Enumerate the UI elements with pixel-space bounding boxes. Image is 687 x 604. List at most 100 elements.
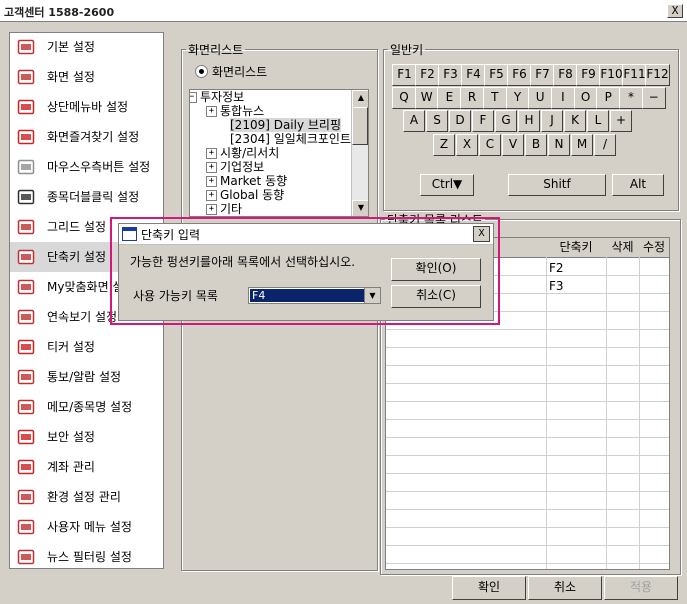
scroll-down-icon[interactable]: ▼: [352, 200, 368, 216]
key-button[interactable]: F5: [484, 64, 509, 86]
key-button[interactable]: H: [518, 110, 540, 132]
key-button[interactable]: F2: [415, 64, 440, 86]
scroll-up-icon[interactable]: ▲: [352, 90, 368, 108]
sidebar-item-label: 뉴스 필터링 설정: [47, 550, 132, 564]
window-title: 고객센터 1588-2600: [4, 6, 115, 19]
key-button[interactable]: N: [548, 134, 570, 156]
key-button[interactable]: F8: [553, 64, 578, 86]
sidebar-item-13[interactable]: 메모/종목명 설정: [10, 392, 163, 422]
key-button[interactable]: V: [502, 134, 524, 156]
key-button[interactable]: J: [541, 110, 563, 132]
apply-button[interactable]: 적용: [604, 576, 678, 600]
sidebar-item-16[interactable]: 환경 설정 관리: [10, 482, 163, 512]
key-button[interactable]: W: [414, 87, 439, 109]
expand-icon[interactable]: +: [206, 176, 217, 187]
key-button[interactable]: O: [573, 87, 598, 109]
key-button[interactable]: E: [437, 87, 462, 109]
key-button[interactable]: S: [426, 110, 448, 132]
available-keys-label: 사용 가능키 목록: [133, 289, 218, 303]
tree-node-label: [2109] Daily 브리핑: [230, 118, 342, 132]
key-button[interactable]: Z: [433, 134, 455, 156]
grid-row-line: [386, 509, 669, 510]
basic-settings-icon: [17, 38, 35, 56]
available-keys-select[interactable]: F4 ▼: [248, 287, 381, 304]
key-button[interactable]: −: [641, 87, 666, 109]
cancel-button[interactable]: 취소: [528, 576, 602, 600]
sidebar-item-label: 사용자 메뉴 설정: [47, 520, 132, 534]
ctrl-modifier-button[interactable]: Ctrl▼: [420, 174, 474, 196]
key-button[interactable]: F12: [645, 64, 670, 86]
key-button[interactable]: F3: [438, 64, 463, 86]
expand-icon[interactable]: +: [206, 190, 217, 201]
key-button[interactable]: F6: [507, 64, 532, 86]
sidebar-item-label: 통보/알람 설정: [47, 370, 122, 384]
expand-icon[interactable]: +: [206, 204, 217, 215]
sidebar-item-5[interactable]: 마우스우측버튼 설정: [10, 152, 163, 182]
key-button[interactable]: Y: [505, 87, 530, 109]
key-button[interactable]: F: [472, 110, 494, 132]
double-click-cursor-icon: [17, 188, 35, 206]
key-button[interactable]: B: [525, 134, 547, 156]
key-button[interactable]: Q: [392, 87, 416, 109]
key-button[interactable]: *: [619, 87, 643, 109]
screen-tree[interactable]: ▲ ▼ − 투자정보 + 통합뉴스 [2109] Daily 브리핑 [2304] 일일체…: [189, 89, 369, 217]
key-button[interactable]: +: [610, 110, 632, 132]
key-button[interactable]: /: [594, 134, 616, 156]
sidebar-item-15[interactable]: 계좌 관리: [10, 452, 163, 482]
sidebar-item-14[interactable]: 보안 설정: [10, 422, 163, 452]
expand-icon[interactable]: +: [206, 162, 217, 173]
grid-row-line: [386, 563, 669, 564]
dialog-cancel-button[interactable]: 취소(C): [391, 285, 481, 308]
key-button[interactable]: A: [403, 110, 425, 132]
dialog-body: 단축키 입력 X 가능한 펑션키를아래 목록에서 선택하십시오. 사용 가능키 …: [118, 223, 494, 321]
sidebar-item-4[interactable]: 화면즐겨찾기 설정: [10, 122, 163, 152]
sidebar-item-label: 계좌 관리: [47, 460, 95, 474]
window-close-button[interactable]: X: [667, 4, 683, 18]
key-button[interactable]: K: [564, 110, 586, 132]
dialog-close-button[interactable]: X: [473, 226, 490, 242]
grid-header-delete: 삭제: [606, 238, 640, 258]
key-button[interactable]: F11: [622, 64, 647, 86]
key-button[interactable]: L: [587, 110, 609, 132]
radio-button[interactable]: [195, 65, 208, 78]
grid-column-line: [546, 257, 547, 569]
key-button[interactable]: P: [596, 87, 621, 109]
favorites-star-icon: [17, 128, 35, 146]
sidebar-item-1[interactable]: 기본 설정: [10, 32, 163, 62]
screen-list-radio[interactable]: 화면리스트: [195, 63, 355, 79]
key-button[interactable]: F4: [461, 64, 486, 86]
sidebar-item-6[interactable]: 종목더블클릭 설정: [10, 182, 163, 212]
sidebar-item-17[interactable]: 사용자 메뉴 설정: [10, 512, 163, 542]
key-button[interactable]: F1: [392, 64, 417, 86]
shift-modifier-button[interactable]: Shitf: [508, 174, 606, 196]
alt-modifier-button[interactable]: Alt: [612, 174, 664, 196]
sidebar-item-11[interactable]: 티커 설정: [10, 332, 163, 362]
key-button[interactable]: F7: [530, 64, 555, 86]
ok-button[interactable]: 확인: [452, 576, 526, 600]
sidebar-item-label: 그리드 설정: [47, 220, 107, 234]
key-button[interactable]: I: [550, 87, 575, 109]
dialog-ok-button[interactable]: 확인(O): [391, 258, 481, 281]
sidebar-item-3[interactable]: 상단메뉴바 설정: [10, 92, 163, 122]
dialog-window-icon: [122, 227, 137, 241]
key-button[interactable]: C: [479, 134, 501, 156]
key-button[interactable]: X: [456, 134, 478, 156]
screen-list-group-title: 화면리스트: [188, 43, 244, 57]
key-button[interactable]: M: [571, 134, 593, 156]
key-button[interactable]: D: [449, 110, 471, 132]
key-button[interactable]: T: [482, 87, 507, 109]
key-button[interactable]: F9: [576, 64, 601, 86]
sidebar-item-2[interactable]: 화면 설정: [10, 62, 163, 92]
expand-icon[interactable]: +: [206, 148, 217, 159]
key-button[interactable]: G: [495, 110, 517, 132]
key-button[interactable]: R: [460, 87, 485, 109]
scroll-thumb[interactable]: [352, 107, 368, 145]
tree-scrollbar[interactable]: ▲ ▼: [351, 90, 368, 216]
expand-icon[interactable]: +: [206, 106, 217, 117]
sidebar-item-18[interactable]: 뉴스 필터링 설정: [10, 542, 163, 572]
collapse-icon[interactable]: −: [190, 92, 197, 103]
chevron-down-icon[interactable]: ▼: [364, 288, 380, 303]
key-button[interactable]: F10: [599, 64, 624, 86]
sidebar-item-12[interactable]: 통보/알람 설정: [10, 362, 163, 392]
key-button[interactable]: U: [528, 87, 553, 109]
